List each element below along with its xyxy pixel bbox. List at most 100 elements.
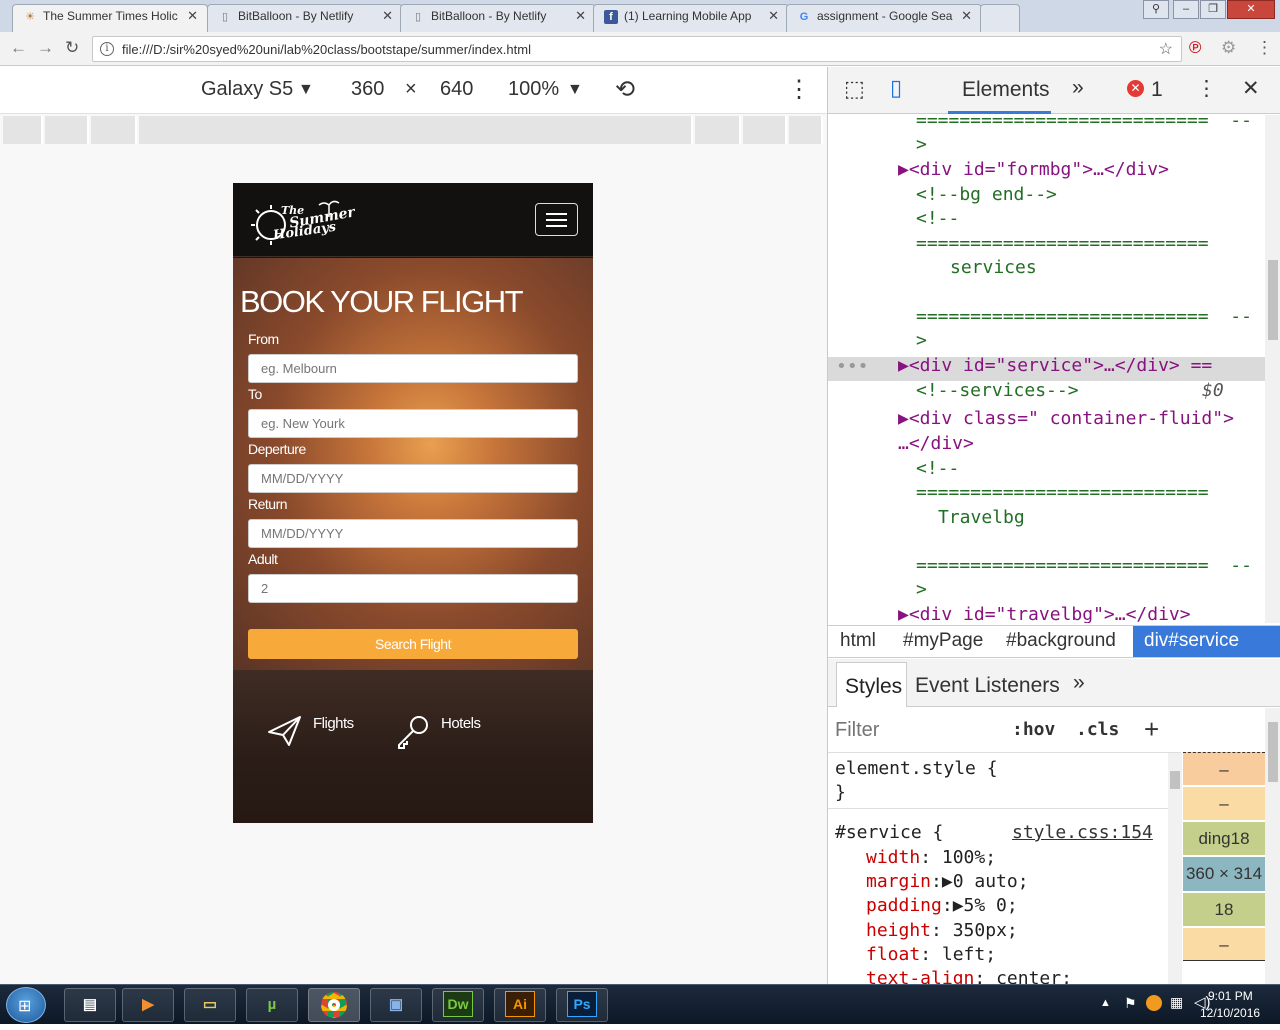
media-query-segment[interactable]	[45, 116, 89, 144]
dom-comment[interactable]: <!--	[916, 207, 959, 232]
media-query-segment[interactable]	[139, 116, 693, 144]
scrollbar-thumb[interactable]	[1170, 771, 1180, 789]
clock-time[interactable]: 9:01 PM	[1208, 989, 1253, 1003]
margin-top-value[interactable]: –	[1183, 752, 1265, 785]
inspect-element-icon[interactable]: ⬚	[844, 76, 865, 102]
return-date-input[interactable]	[248, 519, 578, 548]
breadcrumb-item[interactable]: html	[840, 630, 876, 652]
property-value[interactable]: 100%;	[942, 847, 996, 868]
zoom-select[interactable]: 100%	[508, 78, 559, 101]
browser-tab[interactable]: ☀ The Summer Times Holic ✕	[12, 4, 208, 32]
more-options-icon[interactable]: ⋮	[787, 75, 811, 104]
element-style-selector[interactable]: element.style {	[835, 757, 998, 782]
more-tabs-icon[interactable]: »	[1073, 671, 1085, 695]
content-size[interactable]: 360 × 314	[1183, 857, 1265, 891]
dom-comment[interactable]: <!--services-->	[916, 379, 1079, 404]
filter-input[interactable]	[828, 708, 998, 752]
property-name[interactable]: width	[866, 847, 920, 868]
styles-scrollbar[interactable]	[1265, 708, 1280, 984]
close-tab-icon[interactable]: ✕	[961, 5, 972, 27]
user-icon[interactable]: ⚲	[1143, 0, 1169, 19]
dom-comment[interactable]: >	[916, 329, 927, 354]
source-link[interactable]: style.css:154	[1012, 821, 1153, 846]
rotate-icon[interactable]: ⟲	[615, 75, 635, 104]
property-name[interactable]: margin	[866, 871, 931, 892]
close-tab-icon[interactable]: ✕	[187, 5, 198, 27]
error-icon[interactable]: ✕	[1127, 80, 1144, 97]
property-value[interactable]: 350px;	[953, 920, 1018, 941]
dreamweaver-icon[interactable]: Dw	[432, 988, 484, 1022]
photoshop-icon[interactable]: Ps	[556, 988, 608, 1022]
tab-event-listeners[interactable]: Event Listeners	[915, 674, 1060, 698]
cls-toggle[interactable]: .cls	[1076, 719, 1119, 740]
close-tab-icon[interactable]: ✕	[382, 5, 393, 27]
dom-node[interactable]: ▶<div id="travelbg">…</div>	[898, 603, 1191, 623]
dom-comment[interactable]: >	[916, 578, 927, 603]
property-value[interactable]: center;	[996, 968, 1072, 984]
media-query-segment[interactable]	[3, 116, 43, 144]
back-icon[interactable]: ←	[10, 38, 27, 58]
property-value[interactable]: ▶5% 0;	[953, 895, 1018, 916]
chrome-icon[interactable]	[308, 988, 360, 1022]
to-input[interactable]	[248, 409, 578, 438]
dom-node[interactable]: ▶<div id="formbg">…</div>	[898, 158, 1169, 183]
dom-comment[interactable]: >	[916, 133, 927, 158]
restore-button[interactable]: ❐	[1200, 0, 1226, 19]
site-logo[interactable]: The Summer Holidays	[249, 193, 356, 249]
search-flight-button[interactable]: Search Flight	[248, 629, 578, 659]
dom-comment[interactable]: =========================== --	[916, 554, 1252, 579]
breadcrumb-item[interactable]: #background	[1006, 630, 1116, 652]
more-tabs-icon[interactable]: »	[1072, 76, 1084, 100]
browser-tab[interactable]: f (1) Learning Mobile App ✕	[593, 4, 789, 32]
padding-top[interactable]: ding18	[1183, 822, 1265, 855]
media-player-icon[interactable]: ▶	[122, 988, 174, 1022]
tab-styles[interactable]: Styles	[836, 662, 907, 707]
more-options-icon[interactable]: ⋮	[1196, 76, 1217, 101]
media-query-segment[interactable]	[789, 116, 823, 144]
property-value[interactable]: left;	[942, 944, 996, 965]
dom-comment[interactable]: <!--bg end-->	[916, 183, 1057, 208]
property-name[interactable]: height	[866, 920, 931, 941]
close-tab-icon[interactable]: ✕	[768, 5, 779, 27]
dom-comment[interactable]: ===========================	[916, 481, 1209, 506]
width-input[interactable]: 360	[351, 78, 384, 101]
info-icon[interactable]: i	[100, 42, 114, 56]
device-mode-icon[interactable]: ▯	[890, 75, 902, 101]
chevron-down-icon[interactable]: ▼	[567, 81, 583, 99]
dom-comment[interactable]: services	[950, 256, 1037, 281]
ellipsis-icon[interactable]: •••	[836, 355, 869, 380]
tab-elements[interactable]: Elements	[962, 78, 1050, 102]
media-query-segment[interactable]	[91, 116, 137, 144]
browser-tab[interactable]: ▯ BitBalloon - By Netlify ✕	[207, 4, 403, 32]
forward-icon[interactable]: →	[37, 38, 54, 58]
property-name[interactable]: padding	[866, 895, 942, 916]
dom-comment[interactable]: =========================== --	[916, 305, 1252, 330]
padding-top-value[interactable]: 18	[1231, 829, 1250, 848]
file-explorer-icon[interactable]: ▭	[184, 988, 236, 1022]
dom-comment[interactable]: =========================== --	[916, 115, 1252, 134]
browser-tab[interactable]: ▯ BitBalloon - By Netlify ✕	[400, 4, 596, 32]
browser-tab[interactable]: G assignment - Google Sea ✕	[786, 4, 982, 32]
adult-input[interactable]	[248, 574, 578, 603]
photo-viewer-icon[interactable]: ▣	[370, 988, 422, 1022]
hamburger-menu-button[interactable]	[535, 203, 578, 236]
utorrent-icon[interactable]: µ	[246, 988, 298, 1022]
paper-plane-icon[interactable]	[267, 714, 303, 748]
hov-toggle[interactable]: :hov	[1012, 719, 1055, 740]
breadcrumb-item[interactable]: #myPage	[903, 630, 983, 652]
property-name[interactable]: float	[866, 944, 920, 965]
media-query-segment[interactable]	[695, 116, 741, 144]
network-icon[interactable]: ▦	[1170, 994, 1183, 1011]
property-name[interactable]: text-align	[866, 968, 974, 984]
clock-date[interactable]: 12/10/2016	[1200, 1006, 1260, 1020]
chevron-down-icon[interactable]: ▼	[298, 81, 314, 99]
rule-selector[interactable]: #service {	[835, 821, 943, 846]
illustrator-icon[interactable]: Ai	[494, 988, 546, 1022]
add-rule-icon[interactable]: +	[1144, 714, 1159, 745]
hotels-link[interactable]: Hotels	[441, 715, 481, 732]
dom-comment[interactable]: <!--	[916, 457, 959, 482]
dom-scrollbar[interactable]	[1265, 115, 1280, 623]
new-tab-button[interactable]	[980, 4, 1020, 32]
border-value[interactable]: –	[1183, 787, 1265, 820]
close-window-button[interactable]: ✕	[1227, 0, 1275, 19]
